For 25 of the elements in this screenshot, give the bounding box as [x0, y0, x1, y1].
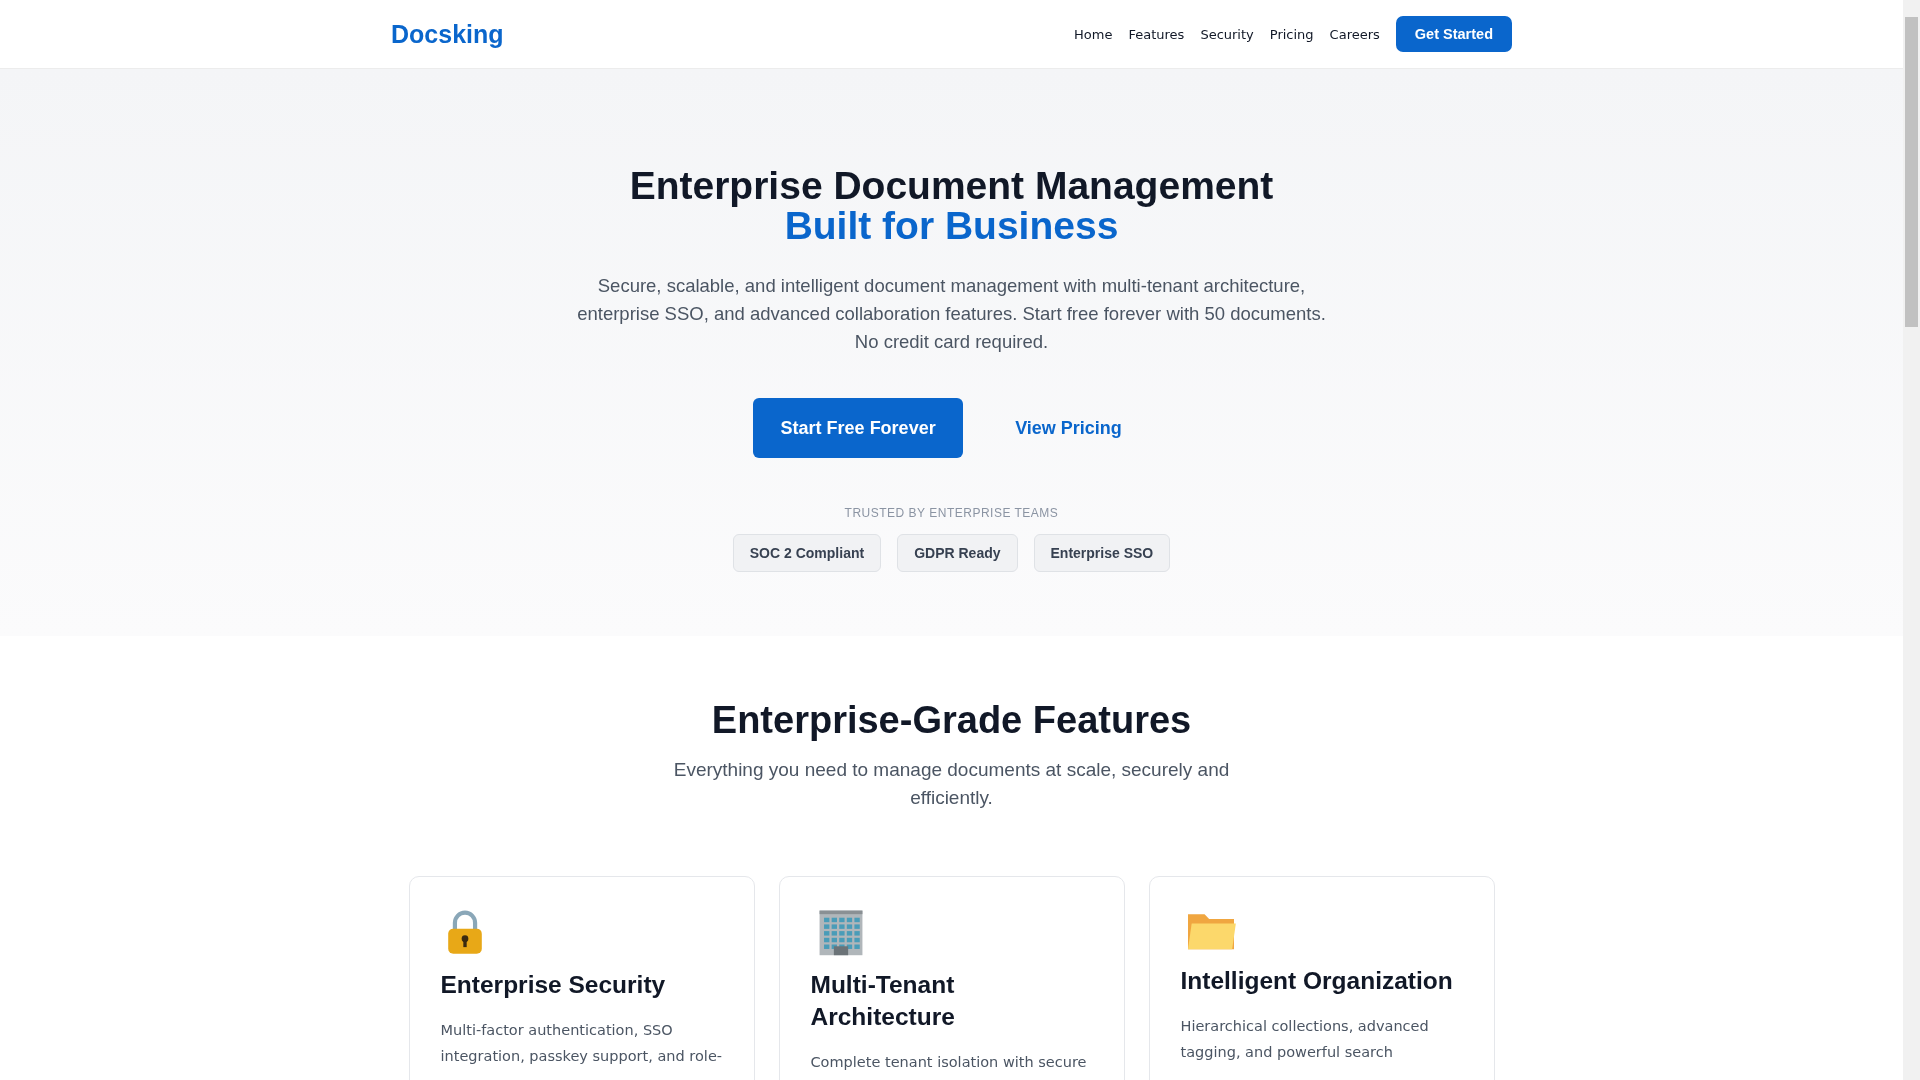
- features-title: Enterprise-Grade Features: [711, 699, 1192, 742]
- nav-link[interactable]: Pricing: [1269, 26, 1314, 42]
- get-started-button[interactable]: Get Started: [1395, 16, 1512, 52]
- compliance-badge: SOC 2 Compliant: [732, 534, 882, 572]
- hero-title: Enterprise Document Management: [629, 166, 1274, 206]
- feature-description: Complete tenant isolation with secure: [810, 1053, 1088, 1072]
- feature-title: Multi-Tenant Architecture: [810, 970, 956, 1032]
- start-free-button[interactable]: Start Free Forever: [753, 398, 964, 458]
- logo-link[interactable]: Docsking: [391, 19, 504, 49]
- feature-description: Hierarchical collections, advanced tagging, and powerful search: [1180, 1017, 1430, 1062]
- nav-link[interactable]: Features: [1128, 26, 1185, 42]
- feature-title: Enterprise Security: [440, 970, 667, 1000]
- view-pricing-button[interactable]: View Pricing: [987, 398, 1150, 458]
- scrollbar[interactable]: [1903, 0, 1920, 1080]
- hero-description: Secure, scalable, and intelligent document management with multi-tenant architecture, enterprise SSO, and advanced collaboration features. Start free forever with 50 documents. No credit card required.: [576, 274, 1327, 354]
- features-subtitle: Everything you need to manage documents at scale, securely and efficiently.: [672, 758, 1231, 810]
- nav-link[interactable]: Security: [1200, 26, 1254, 42]
- hero-title-accent: Built for Business: [784, 206, 1119, 246]
- trusted-label: TRUSTED BY ENTERPRISE TEAMS: [844, 506, 1059, 520]
- nav-link[interactable]: Home: [1074, 26, 1113, 42]
- compliance-badge: Enterprise SSO: [1033, 534, 1171, 572]
- feature-description: Multi-factor authentication, SSO integration, passkey support, and role-: [440, 1021, 723, 1066]
- compliance-badge: GDPR Ready: [897, 534, 1018, 572]
- feature-title: Intelligent Organization: [1180, 966, 1454, 996]
- nav-link[interactable]: Careers: [1329, 26, 1380, 42]
